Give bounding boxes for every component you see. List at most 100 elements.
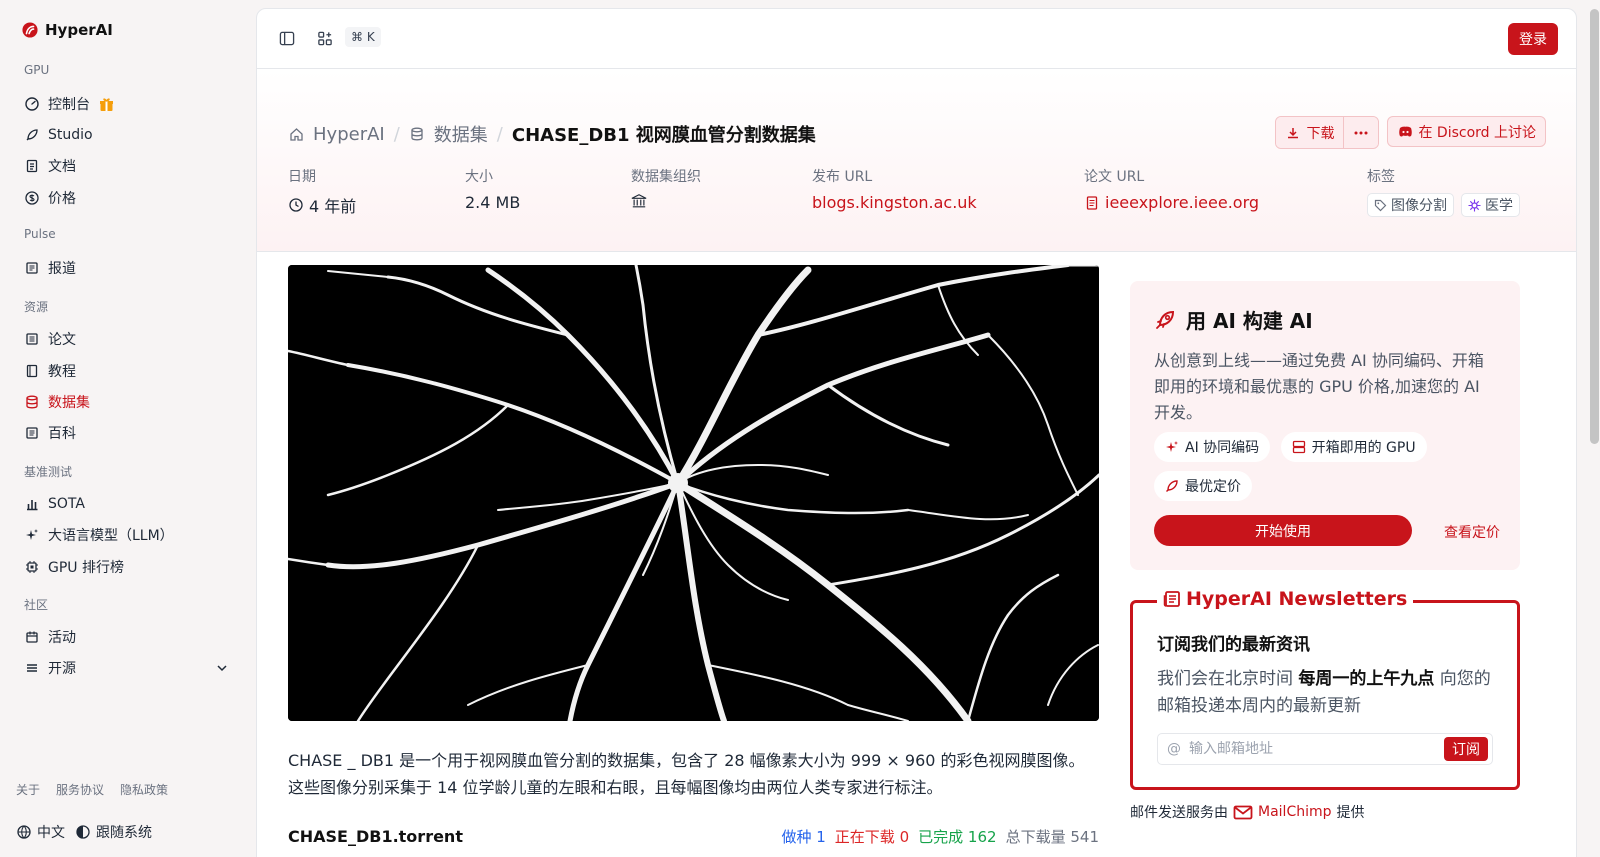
subscribe-button[interactable]: 订阅: [1444, 737, 1488, 761]
scrollbar[interactable]: [1590, 9, 1599, 444]
theme-switch[interactable]: 跟随系统: [75, 822, 152, 842]
language-switch[interactable]: 中文: [16, 822, 65, 842]
download-button[interactable]: 下载: [1276, 117, 1344, 148]
sidebar-item-sota[interactable]: SOTA: [24, 490, 234, 518]
sidebar-item-docs[interactable]: 文档: [24, 152, 234, 180]
release-url-link[interactable]: blogs.kingston.ac.uk: [812, 193, 977, 212]
institution-icon: [631, 193, 647, 209]
command-shortcut[interactable]: ⌘ K: [345, 27, 381, 47]
chip-icon: [24, 559, 40, 575]
tag-list: 图像分割 医学: [1367, 193, 1520, 217]
mail-provider-note: 邮件发送服务由 MailChimp 提供: [1130, 802, 1365, 822]
more-button[interactable]: [1343, 117, 1379, 148]
footer-controls: 中文 跟随系统: [16, 822, 152, 842]
clock-icon: [288, 197, 304, 213]
chip-ai-coding[interactable]: AI 协同编码: [1154, 432, 1271, 462]
dataset-header: HyperAI / 数据集 / CHASE_DB1 视网膜血管分割数据集 下载 …: [257, 70, 1576, 252]
language-label: 中文: [37, 825, 65, 841]
done-count: 162: [967, 828, 997, 846]
sidebar-item-datasets[interactable]: 数据集: [24, 388, 234, 416]
sidebar-item-label: 数据集: [48, 395, 90, 411]
meta-date: 日期 4 年前: [288, 166, 356, 217]
chip-label: AI 协同编码: [1185, 440, 1260, 456]
chip-ready-gpu[interactable]: 开箱即用的 GPU: [1280, 432, 1427, 462]
paper-url-link: ieeexplore.ieee.org: [1105, 193, 1260, 212]
privacy-link[interactable]: 隐私政策: [120, 781, 168, 798]
total-count: 541: [1070, 828, 1099, 846]
sidebar-toggle-icon[interactable]: [279, 30, 295, 46]
chip-best-pricing[interactable]: 最优定价: [1154, 471, 1252, 501]
medical-icon: [1468, 199, 1481, 212]
tag-medicine[interactable]: 医学: [1461, 193, 1520, 217]
sidebar-item-label: 报道: [48, 261, 76, 277]
discord-button[interactable]: 在 Discord 上讨论: [1387, 116, 1546, 147]
torrent-file-name[interactable]: CHASE_DB1.torrent: [288, 827, 463, 846]
seed-count: 1: [816, 828, 826, 846]
document-icon: [1084, 195, 1100, 211]
sidebar-item-label: 文档: [48, 159, 76, 175]
newspaper-icon: [1163, 590, 1181, 608]
terms-link[interactable]: 服务协议: [56, 781, 104, 798]
paper-url-row[interactable]: ieeexplore.ieee.org: [1084, 193, 1259, 212]
newsletter-box: HyperAI Newsletters 订阅我们的最新资讯 我们会在北京时间 每…: [1130, 588, 1520, 790]
torrent-stats: 做种 1 正在下载 0 已完成 162 总下载量 541: [781, 826, 1099, 847]
newsletter-legend-label: HyperAI Newsletters: [1186, 588, 1408, 610]
email-field[interactable]: [1189, 741, 1436, 757]
sidebar-item-events[interactable]: 活动: [24, 623, 234, 651]
apps-icon[interactable]: [317, 30, 333, 46]
download-label: 下载: [1306, 125, 1335, 142]
sidebar-item-label: 百科: [48, 426, 76, 442]
meta-label: 日期: [288, 169, 316, 185]
newsletter-legend: HyperAI Newsletters: [1157, 588, 1414, 610]
tag-image-segmentation[interactable]: 图像分割: [1367, 193, 1454, 217]
sidebar-item-studio[interactable]: Studio: [24, 121, 234, 149]
sidebar-item-tutorials[interactable]: 教程: [24, 357, 234, 385]
sidebar-item-pricing[interactable]: 价格: [24, 184, 234, 212]
downloading-count: 0: [899, 828, 910, 846]
promo-title: 用 AI 构建 AI: [1186, 309, 1313, 333]
mailchimp-link[interactable]: MailChimp: [1258, 804, 1332, 820]
done-stat: 已完成 162: [918, 826, 996, 847]
breadcrumb-datasets[interactable]: 数据集: [434, 121, 488, 147]
sidebar-item-news[interactable]: 报道: [24, 254, 234, 282]
book-icon: [24, 363, 40, 379]
sidebar-item-wiki[interactable]: 百科: [24, 419, 234, 447]
discord-label: 在 Discord 上讨论: [1418, 124, 1536, 141]
tag-label: 图像分割: [1391, 198, 1447, 214]
sidebar-item-opensource[interactable]: 开源: [24, 654, 234, 682]
server-icon: [1292, 440, 1306, 454]
paper-icon: [24, 331, 40, 347]
sidebar-item-papers[interactable]: 论文: [24, 325, 234, 353]
view-pricing-link[interactable]: 查看定价: [1444, 522, 1500, 542]
meta-date-value: 4 年前: [309, 197, 357, 216]
done-label: 已完成: [918, 828, 964, 846]
download-icon: [1285, 125, 1301, 141]
breadcrumb-separator: /: [496, 123, 503, 145]
sidebar-item-label: 活动: [48, 630, 76, 646]
sparkle-icon: [1165, 440, 1179, 454]
login-button[interactable]: 登录: [1508, 23, 1558, 55]
sidebar-item-gpu-leaderboard[interactable]: GPU 排行榜: [24, 553, 234, 581]
footer-links: 关于 服务协议 隐私政策: [16, 781, 168, 798]
get-started-button[interactable]: 开始使用: [1154, 515, 1412, 546]
sidebar-item-console[interactable]: 控制台: [24, 90, 234, 118]
home-icon: [288, 126, 304, 142]
doc-icon: [24, 158, 40, 174]
bar-chart-icon: [24, 496, 40, 512]
chevron-down-icon[interactable]: [214, 660, 230, 676]
sidebar-item-llm[interactable]: 大语言模型（LLM）: [24, 521, 234, 549]
meta-size-value: 2.4 MB: [465, 193, 521, 212]
news-icon: [24, 260, 40, 276]
sidebar-item-label: 论文: [48, 332, 76, 348]
at-icon: @: [1167, 741, 1181, 757]
brand-logo[interactable]: HyperAI: [22, 21, 113, 39]
about-link[interactable]: 关于: [16, 781, 40, 798]
newsletter-title: 订阅我们的最新资讯: [1157, 635, 1310, 655]
meta-label: 发布 URL: [812, 169, 873, 185]
wiki-icon: [24, 425, 40, 441]
downloading-label: 正在下载: [834, 828, 895, 846]
dataset-preview-image: [288, 265, 1099, 721]
breadcrumb-home[interactable]: HyperAI: [313, 124, 385, 145]
theme-icon: [75, 824, 91, 840]
brand-name: HyperAI: [45, 21, 113, 39]
